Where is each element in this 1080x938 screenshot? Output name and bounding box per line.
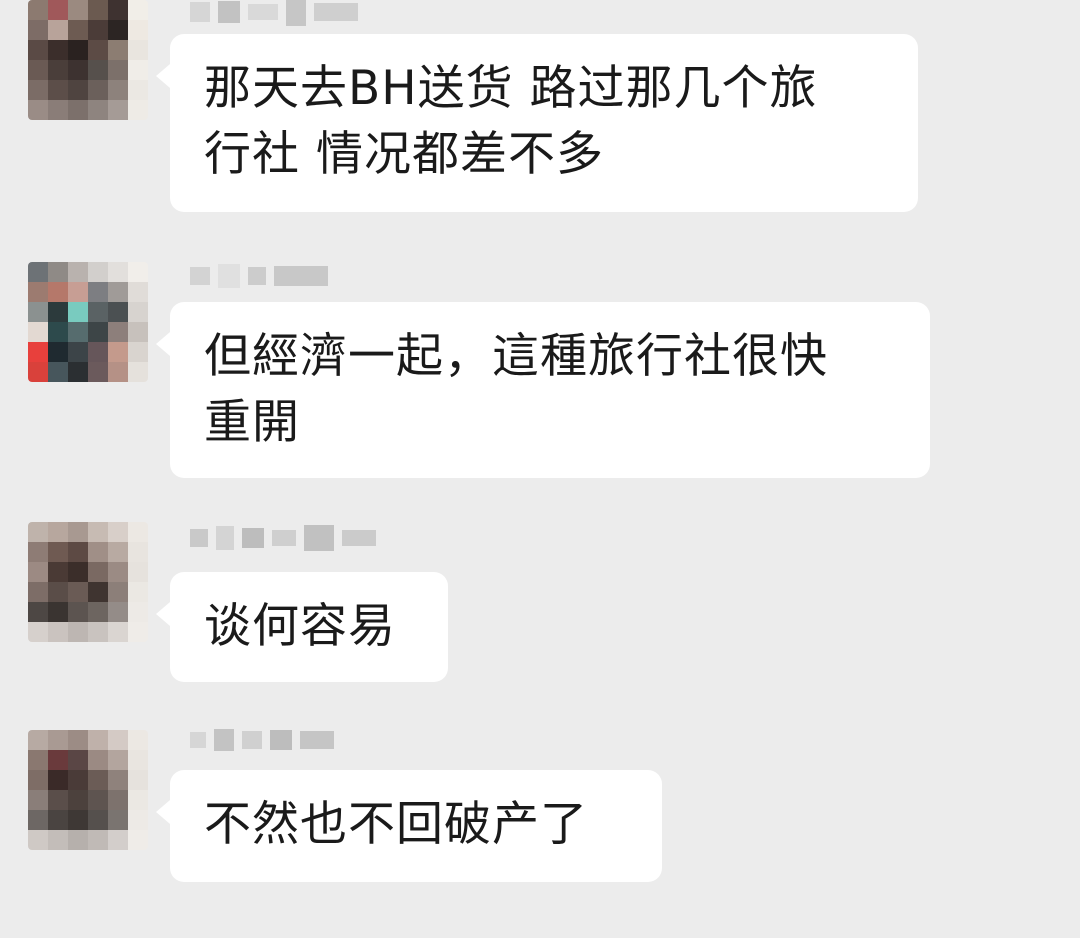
message-bubble[interactable]: 不然也不回破产了	[156, 770, 662, 882]
message-bubble[interactable]: 但經濟一起，這種旅行社很快 重開	[156, 302, 930, 478]
sender-name-pixelated	[190, 0, 358, 30]
contact-avatar[interactable]	[28, 730, 148, 850]
sender-name-pixelated	[190, 722, 334, 758]
sender-name-pixelated	[190, 520, 376, 556]
sender-name-pixelated	[190, 258, 328, 294]
contact-avatar[interactable]	[28, 0, 148, 120]
contact-avatar[interactable]	[28, 522, 148, 642]
contact-avatar[interactable]	[28, 262, 148, 382]
chat-message-list: 那天去BH送货 路过那几个旅 行社 情况都差不多 但經濟一起，這種旅行社很快 重…	[0, 0, 1080, 938]
message-bubble[interactable]: 那天去BH送货 路过那几个旅 行社 情况都差不多	[156, 34, 918, 212]
message-bubble[interactable]: 谈何容易	[156, 572, 448, 682]
